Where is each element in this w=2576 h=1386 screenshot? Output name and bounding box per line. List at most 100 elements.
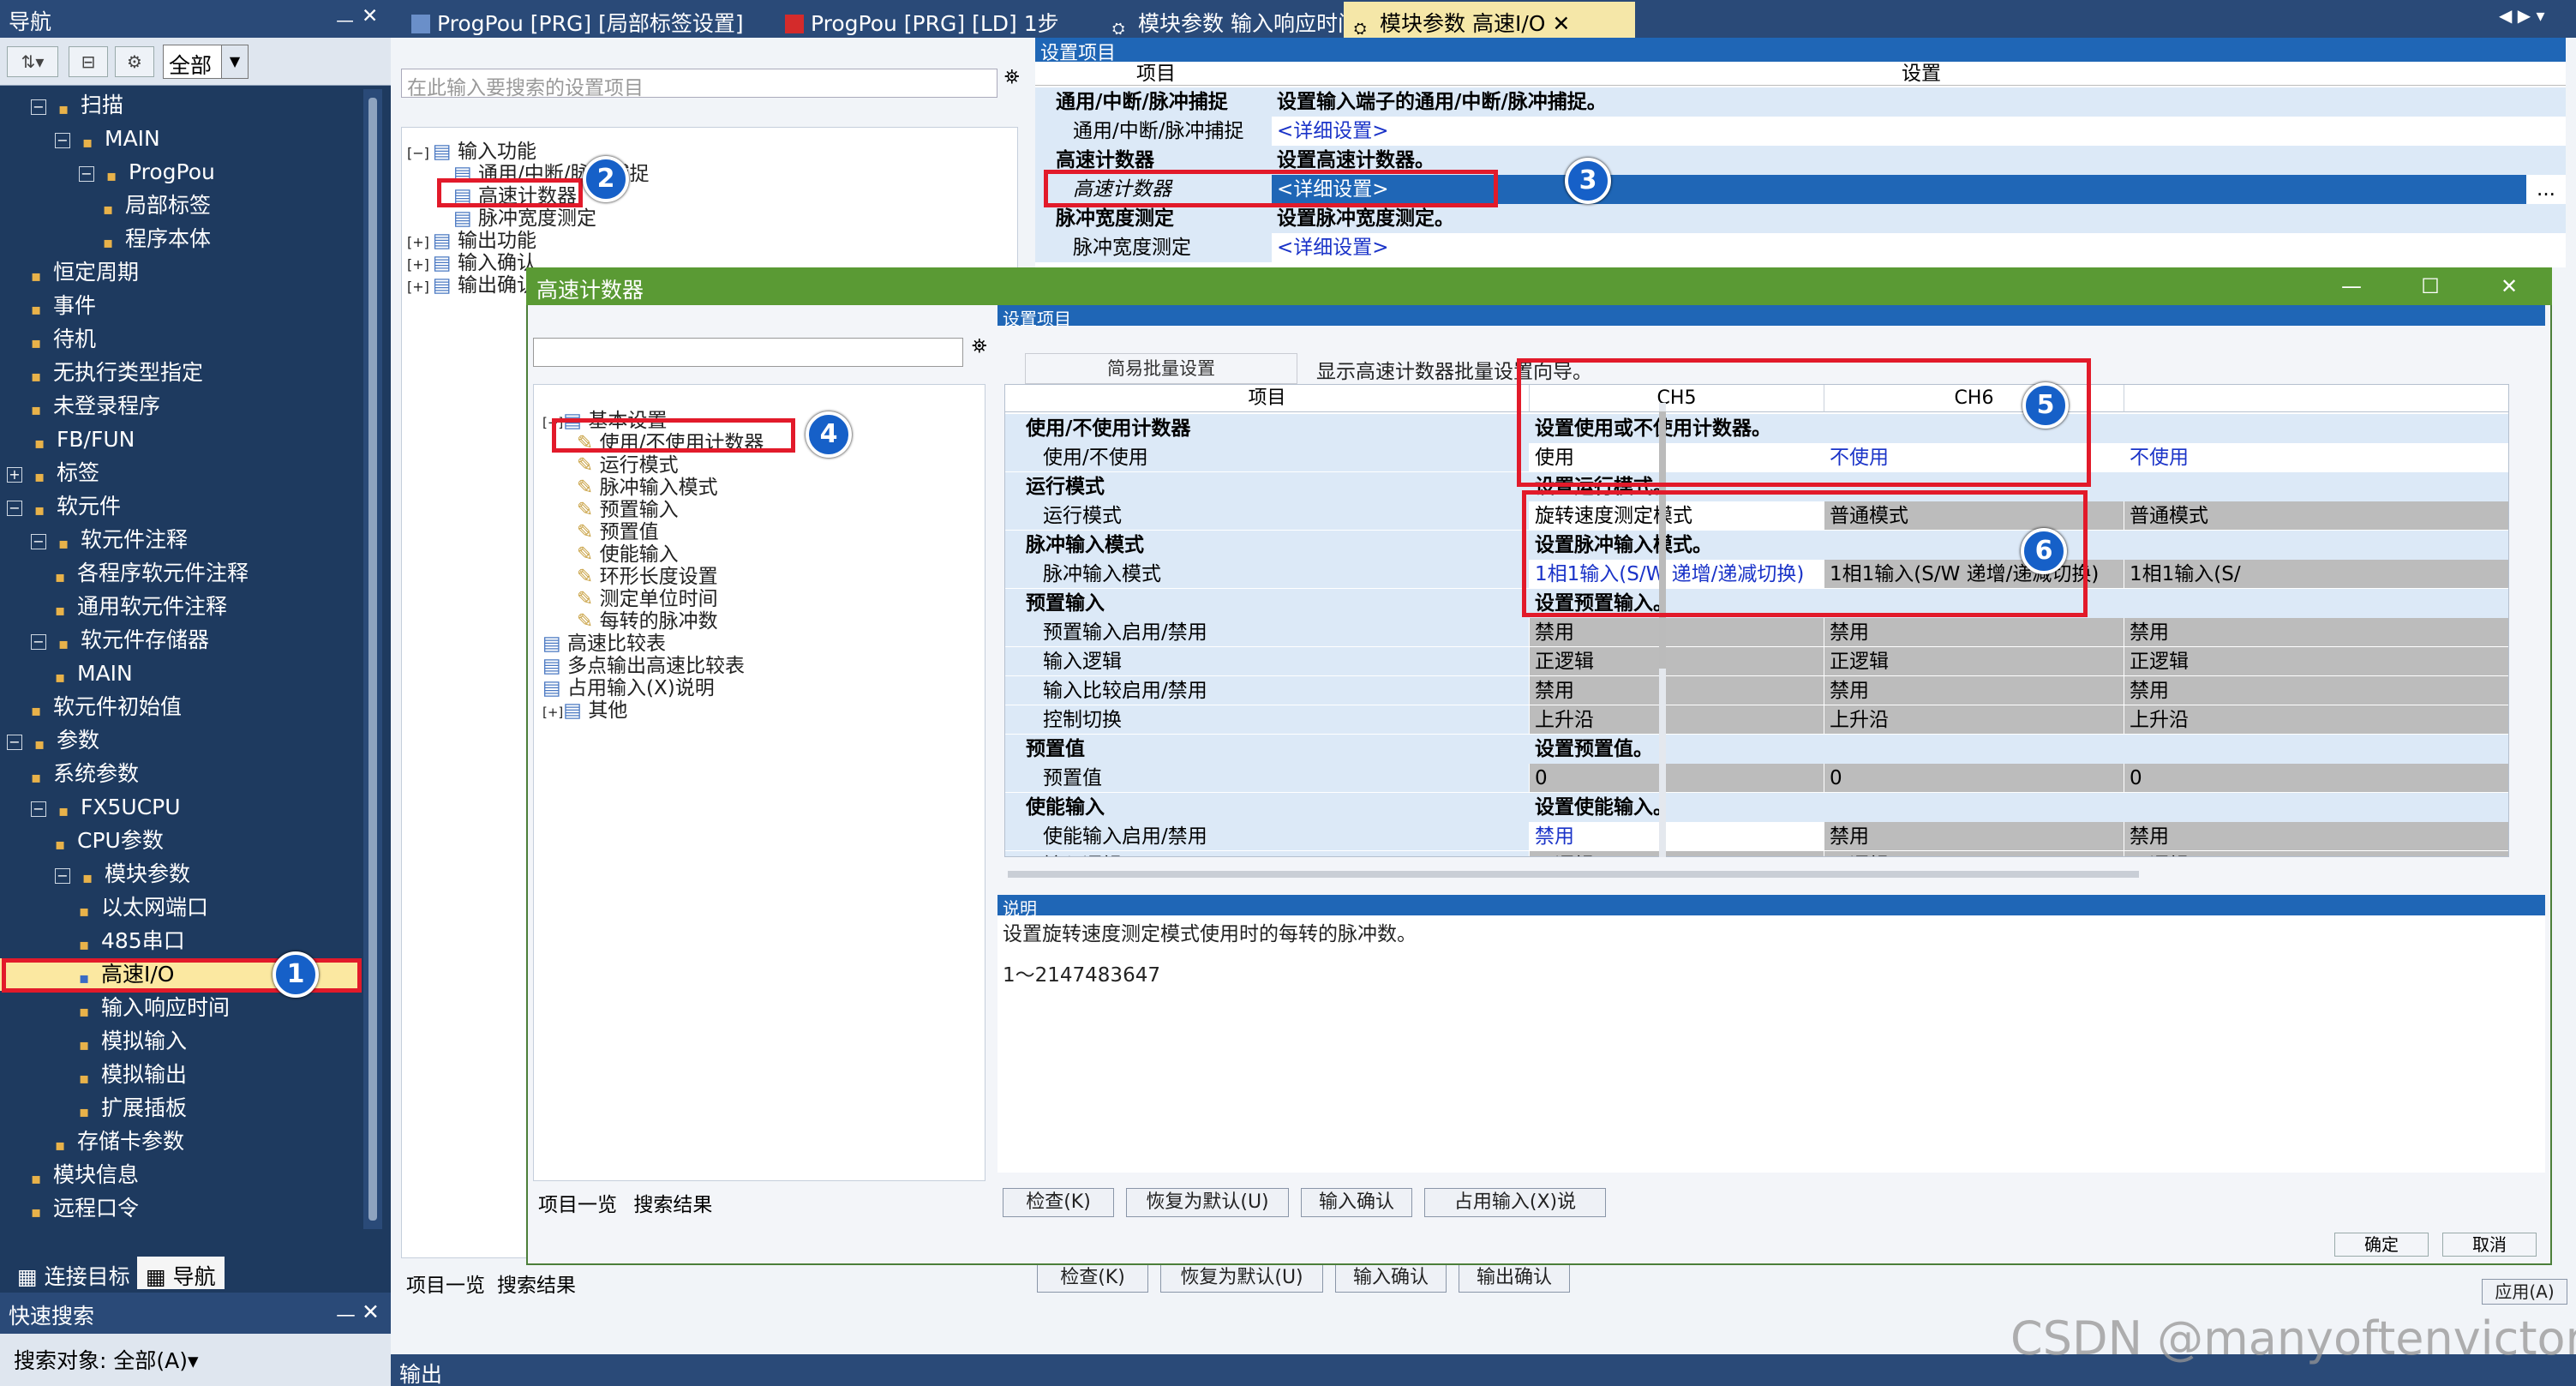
- grid-cell-ch6[interactable]: 上升沿: [1824, 705, 2124, 735]
- counter-grid-row[interactable]: 输入比较启用/禁用 禁用 禁用 禁用: [1005, 676, 2508, 705]
- tree-item[interactable]: − ▪ 软元件注释: [0, 524, 360, 556]
- output-confirm-button[interactable]: 输出确认: [1459, 1263, 1570, 1293]
- close-icon[interactable]: ✕: [362, 5, 378, 27]
- grid-cell-ch7[interactable]: 不使用: [2124, 443, 2508, 472]
- tab-connect-target[interactable]: ▦ 连接目标: [9, 1257, 139, 1289]
- tab-scroll-icons[interactable]: ◀ ▶ ▾: [2499, 5, 2545, 26]
- tab-item-list[interactable]: 项目一览: [538, 1194, 617, 1216]
- tree-item[interactable]: ▪ 以太网端口: [0, 891, 360, 924]
- tree-item[interactable]: ▪ 扩展插板: [0, 1092, 360, 1125]
- grid-cell-ch5[interactable]: 正逻辑: [1530, 851, 1824, 856]
- tree-item[interactable]: ▪ 软元件初始值: [0, 691, 360, 723]
- gear-icon[interactable]: ⚙: [115, 46, 154, 77]
- dialog-tree-item[interactable]: [+]▤ 其他: [542, 693, 627, 723]
- close-icon[interactable]: ✕: [2470, 267, 2549, 305]
- expand-toggle-icon[interactable]: +: [7, 467, 22, 483]
- quick-search-body[interactable]: 搜索对象: 全部(A)▾: [0, 1334, 391, 1386]
- tree-item[interactable]: ▪ 程序本体: [0, 223, 360, 255]
- dialog-search-input[interactable]: [533, 338, 963, 367]
- counter-grid-row[interactable]: 输入逻辑 正逻辑 正逻辑 正逻辑: [1005, 851, 2508, 856]
- tree-item[interactable]: ▪ 无执行类型指定: [0, 357, 360, 389]
- input-confirm-button[interactable]: 输入确认: [1301, 1188, 1412, 1217]
- expand-toggle-icon[interactable]: [+]: [542, 705, 563, 720]
- grid-cell-ch6[interactable]: 禁用: [1824, 822, 2124, 851]
- expand-toggle-icon[interactable]: −: [7, 501, 22, 516]
- tree-item[interactable]: − ▪ 参数: [0, 724, 360, 757]
- document-tab[interactable]: ProgPou [PRG] [局部标签设置]: [401, 2, 752, 38]
- tree-item[interactable]: − ▪ ProgPou: [0, 156, 360, 189]
- grid-cell-ch7[interactable]: 1相1输入(S/: [2124, 560, 2508, 589]
- counter-grid-row[interactable]: 预置值 0 0 0: [1005, 764, 2508, 793]
- ok-button[interactable]: 确定: [2334, 1233, 2429, 1257]
- minimize-icon[interactable]: —: [2312, 267, 2391, 305]
- bg-grid-row[interactable]: 脉冲宽度测定 <详细设置>: [1035, 233, 2566, 262]
- grid-cell-ch6[interactable]: 禁用: [1824, 676, 2124, 705]
- grid-cell-ch7[interactable]: 禁用: [2124, 822, 2508, 851]
- tree-item[interactable]: ▪ 局部标签: [0, 189, 360, 222]
- grid-cell-ch7[interactable]: 普通模式: [2124, 501, 2508, 531]
- restore-default-button[interactable]: 恢复为默认(U): [1160, 1263, 1323, 1293]
- bg-grid-row[interactable]: 脉冲宽度测定 设置脉冲宽度测定。: [1035, 204, 2566, 233]
- grid-cell-ch5[interactable]: 上升沿: [1530, 705, 1824, 735]
- grid-cell-ch6[interactable]: 0: [1824, 764, 2124, 793]
- tree-item[interactable]: ▪ 485串口: [0, 925, 360, 957]
- grid-cell-ch7[interactable]: 正逻辑: [2124, 851, 2508, 856]
- binoculars-icon[interactable]: ⛯: [972, 336, 987, 357]
- tree-item[interactable]: ▪ 事件: [0, 290, 360, 322]
- grid-cell-ch5[interactable]: 0: [1530, 764, 1824, 793]
- document-tab[interactable]: ⛭ 模块参数 高速I/O ✕: [1344, 2, 1635, 38]
- tree-item[interactable]: − ▪ 扫描: [0, 89, 360, 122]
- maximize-icon[interactable]: ☐: [2391, 267, 2470, 305]
- tree-item[interactable]: − ▪ 软元件: [0, 490, 360, 523]
- counter-grid-row[interactable]: 控制切换 上升沿 上升沿 上升沿: [1005, 705, 2508, 735]
- tree-item[interactable]: ▪ 输入响应时间: [0, 992, 360, 1024]
- tree-item[interactable]: ▪ FB/FUN: [0, 423, 360, 456]
- tree-item[interactable]: ▪ 模拟输出: [0, 1059, 360, 1091]
- grid-cell-ch7[interactable]: 禁用: [2124, 676, 2508, 705]
- pin-icon[interactable]: ᅳ: [336, 1299, 356, 1330]
- tab-search-result[interactable]: 搜索结果: [633, 1194, 712, 1216]
- bg-setting-cell[interactable]: <详细设置>: [1272, 233, 2566, 262]
- bg-setting-cell[interactable]: <详细设置>: [1272, 117, 2566, 146]
- search-target-select[interactable]: 搜索对象: 全部(A)▾: [14, 1344, 199, 1375]
- tree-item[interactable]: ▪ CPU参数: [0, 825, 360, 857]
- sort-icon[interactable]: ⇅▾: [7, 46, 58, 77]
- collapse-icon[interactable]: ⊟: [69, 46, 108, 77]
- document-tab[interactable]: ProgPou [PRG] [LD] 1步: [775, 2, 1083, 38]
- bg-grid-row[interactable]: 通用/中断/脉冲捕捉 <详细设置>: [1035, 117, 2566, 146]
- tree-item[interactable]: ▪ 远程口令: [0, 1192, 360, 1225]
- tree-item[interactable]: ▪ 未登录程序: [0, 390, 360, 423]
- counter-grid-row[interactable]: 使能输入 设置使能输入。: [1005, 793, 2508, 822]
- tree-item[interactable]: − ▪ FX5UCPU: [0, 791, 360, 824]
- tree-item[interactable]: + ▪ 标签: [0, 457, 360, 489]
- grid-cell-ch7[interactable]: 上升沿: [2124, 705, 2508, 735]
- batch-setting-button[interactable]: 简易批量设置: [1025, 353, 1297, 384]
- document-tab[interactable]: ⛭ 模块参数 输入响应时间: [1102, 2, 1359, 38]
- grid-cell-ch6[interactable]: 正逻辑: [1824, 851, 2124, 856]
- tree-item[interactable]: − ▪ 模块参数: [0, 858, 360, 891]
- tree-item[interactable]: ▪ 模拟输入: [0, 1025, 360, 1058]
- bg-tree-item[interactable]: [+] ▤ 输出确认: [407, 268, 536, 297]
- tab-search-result[interactable]: 搜索结果: [497, 1269, 576, 1298]
- grid-cell-ch5[interactable]: 禁用: [1530, 676, 1824, 705]
- tree-item[interactable]: ▪ 存储卡参数: [0, 1125, 360, 1158]
- counter-grid-row[interactable]: 预置输入启用/禁用 禁用 禁用 禁用: [1005, 618, 2508, 647]
- tree-item[interactable]: ▪ 各程序软元件注释: [0, 557, 360, 590]
- tree-item[interactable]: ▪ 恒定周期: [0, 256, 360, 289]
- tab-item-list[interactable]: 项目一览: [406, 1269, 485, 1298]
- grid-cell-ch6[interactable]: 正逻辑: [1824, 647, 2124, 676]
- grid-cell-ch5[interactable]: 禁用: [1530, 618, 1824, 647]
- tree-item[interactable]: ▪ 模块信息: [0, 1159, 360, 1191]
- tree-item[interactable]: ▪ 系统参数: [0, 758, 360, 790]
- pin-icon[interactable]: ᅳ: [336, 5, 354, 34]
- grid-cell-ch5[interactable]: 正逻辑: [1530, 647, 1824, 676]
- restore-default-button[interactable]: 恢复为默认(U): [1126, 1188, 1289, 1217]
- tab-navigation[interactable]: ▦ 导航: [137, 1257, 225, 1289]
- grid-cell-ch5[interactable]: 禁用: [1530, 822, 1824, 851]
- expand-toggle-icon[interactable]: [+]: [407, 279, 429, 295]
- expand-toggle-icon[interactable]: −: [55, 133, 70, 148]
- ellipsis-button[interactable]: ...: [2526, 175, 2566, 204]
- expand-toggle-icon[interactable]: −: [31, 534, 46, 549]
- setting-search-input[interactable]: 在此输入要搜索的设置项目: [401, 69, 997, 99]
- bg-grid-row[interactable]: 通用/中断/脉冲捕捉 设置输入端子的通用/中断/脉冲捕捉。: [1035, 87, 2566, 117]
